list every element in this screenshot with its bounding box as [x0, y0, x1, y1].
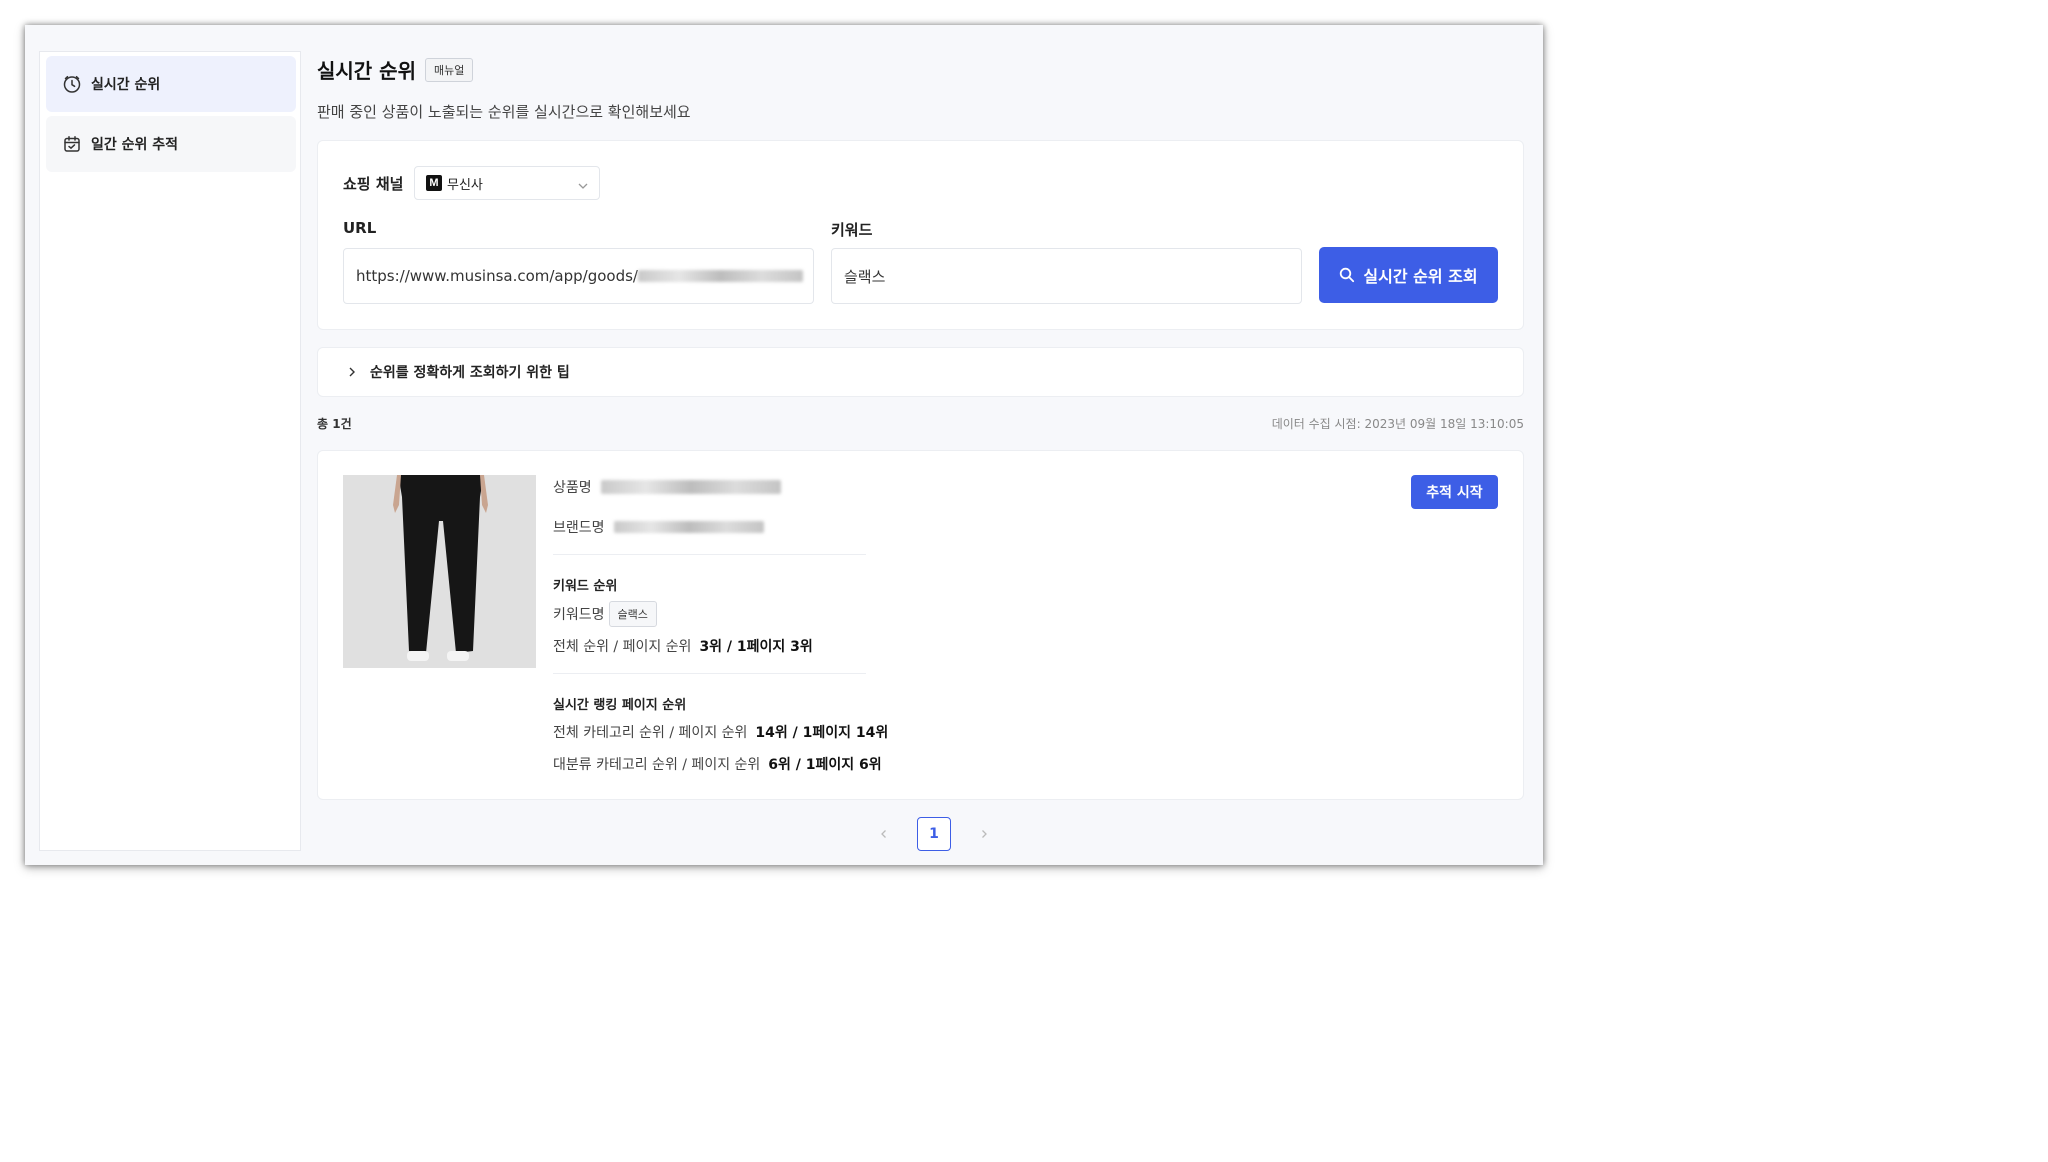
brand-name-label: 브랜드명 [553, 520, 605, 536]
sidebar: 실시간 순위 일간 순위 추적 [39, 51, 301, 851]
pagination: 1 [873, 817, 995, 851]
total-page-rank-value: 3위 / 1페이지 3위 [699, 639, 813, 655]
brand-name-row: 브랜드명 [553, 517, 764, 537]
url-label: URL [343, 219, 377, 237]
chevron-down-icon [577, 177, 589, 189]
main-category-rank-value: 6위 / 1페이지 6위 [768, 757, 882, 773]
keyword-label: 키워드 [831, 221, 873, 239]
divider [553, 554, 866, 555]
collection-timestamp: 데이터 수집 시점: 2023년 09월 18일 13:10:05 [1271, 417, 1524, 431]
tip-accordion[interactable]: 순위를 정확하게 조회하기 위한 팁 [317, 347, 1524, 397]
keyword-input[interactable]: 슬랙스 [831, 248, 1302, 304]
redacted-brand-name [613, 521, 764, 533]
search-panel: 쇼핑 채널 M 무신사 URL https://www.musinsa.com/… [317, 140, 1524, 330]
all-category-rank-row: 전체 카테고리 순위 / 페이지 순위 14위 / 1페이지 14위 [553, 722, 888, 742]
product-name-row: 상품명 [553, 477, 781, 497]
realtime-rank-search-button[interactable]: 실시간 순위 조회 [1319, 247, 1498, 303]
total-page-rank-label: 전체 순위 / 페이지 순위 [553, 639, 692, 655]
keyword-name-row: 키워드명 슬랙스 [553, 601, 657, 627]
main-category-rank-row: 대분류 카테고리 순위 / 페이지 순위 6위 / 1페이지 6위 [553, 754, 882, 774]
total-page-rank-row: 전체 순위 / 페이지 순위 3위 / 1페이지 3위 [553, 636, 813, 656]
clock-icon [62, 74, 82, 94]
ranking-page-title: 실시간 랭킹 페이지 순위 [553, 698, 687, 713]
manual-badge[interactable]: 매뉴얼 [424, 57, 474, 82]
keyword-chip: 슬랙스 [608, 601, 657, 627]
channel-select[interactable]: M 무신사 [414, 166, 600, 200]
chevron-right-icon [346, 366, 358, 378]
redacted-url-part [638, 270, 803, 282]
sidebar-item-label: 일간 순위 추적 [91, 137, 179, 153]
result-card: 상품명 브랜드명 키워드 순위 키워드명 슬랙스 전체 순위 / 페이지 순위 … [317, 450, 1524, 800]
page-title: 실시간 순위 [317, 59, 416, 83]
redacted-product-name [600, 480, 781, 494]
next-page-button[interactable] [973, 823, 995, 845]
keyword-name-label: 키워드명 [553, 607, 605, 623]
tip-label: 순위를 정확하게 조회하기 위한 팁 [370, 365, 570, 381]
search-button-label: 실시간 순위 조회 [1363, 267, 1478, 286]
search-icon [1339, 267, 1355, 283]
product-image [343, 475, 536, 668]
all-category-rank-value: 14위 / 1페이지 14위 [755, 725, 889, 741]
calendar-icon [62, 134, 82, 154]
url-value: https://www.musinsa.com/app/goods/ [356, 267, 638, 285]
sidebar-item-daily-tracking[interactable]: 일간 순위 추적 [46, 116, 296, 172]
product-name-label: 상품명 [553, 480, 592, 496]
divider [553, 673, 866, 674]
keyword-value: 슬랙스 [844, 267, 886, 286]
channel-value: 무신사 [447, 177, 483, 193]
app-window: 실시간 순위 일간 순위 추적 실시간 순위 매뉴얼 판매 중인 상품이 노출되… [25, 25, 1543, 865]
main-content: 실시간 순위 매뉴얼 판매 중인 상품이 노출되는 순위를 실시간으로 확인해보… [317, 25, 1527, 865]
result-count: 총 1건 [317, 417, 352, 431]
prev-page-button[interactable] [873, 823, 895, 845]
page-subtitle: 판매 중인 상품이 노출되는 순위를 실시간으로 확인해보세요 [317, 103, 691, 121]
start-tracking-button[interactable]: 추적 시작 [1411, 475, 1498, 509]
main-category-rank-label: 대분류 카테고리 순위 / 페이지 순위 [553, 757, 761, 773]
sidebar-item-realtime-rank[interactable]: 실시간 순위 [46, 56, 296, 112]
keyword-rank-title: 키워드 순위 [553, 579, 618, 594]
sidebar-item-label: 실시간 순위 [91, 77, 161, 93]
title-row: 실시간 순위 매뉴얼 [317, 55, 474, 84]
page-number-current[interactable]: 1 [917, 817, 951, 851]
all-category-rank-label: 전체 카테고리 순위 / 페이지 순위 [553, 725, 748, 741]
channel-label: 쇼핑 채널 [343, 175, 404, 193]
musinsa-logo-icon: M [426, 175, 442, 191]
url-input[interactable]: https://www.musinsa.com/app/goods/ [343, 248, 814, 304]
